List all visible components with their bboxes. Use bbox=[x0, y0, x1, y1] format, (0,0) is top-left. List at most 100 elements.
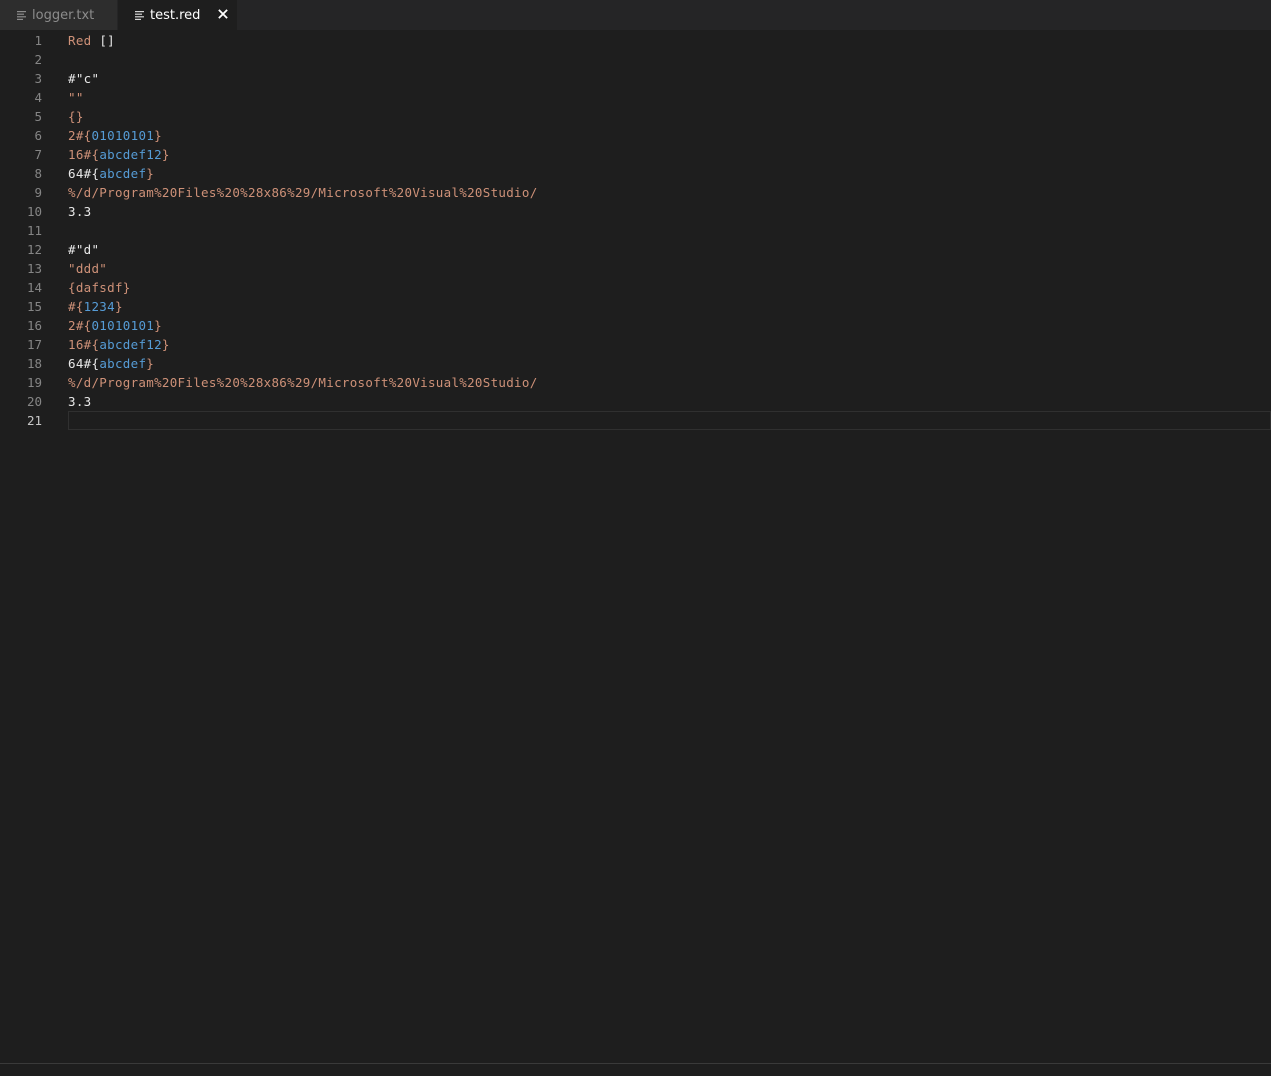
code-line[interactable]: 14 {dafsdf} bbox=[0, 278, 1271, 297]
code-text: {} bbox=[68, 107, 84, 126]
code-line[interactable]: 12 #"d" bbox=[0, 240, 1271, 259]
code-text: 64#{abcdef} bbox=[68, 164, 154, 183]
code-token: 64#{ bbox=[68, 166, 100, 181]
code-line[interactable]: 11 bbox=[0, 221, 1271, 240]
code-line[interactable]: 16 2#{01010101} bbox=[0, 316, 1271, 335]
line-number: 1 bbox=[34, 33, 42, 48]
line-number: 20 bbox=[26, 394, 42, 409]
code-line[interactable]: 10 3.3 bbox=[0, 202, 1271, 221]
line-number: 10 bbox=[26, 204, 42, 219]
tab-bar: logger.txt test.red bbox=[0, 0, 1271, 30]
code-line[interactable]: 5 {} bbox=[0, 107, 1271, 126]
code-text: 16#{abcdef12} bbox=[68, 335, 170, 354]
code-token: "" bbox=[68, 90, 84, 105]
code-token: } bbox=[161, 337, 170, 352]
code-token: } bbox=[114, 299, 123, 314]
code-line[interactable]: 21 bbox=[0, 411, 1271, 430]
code-text: 2#{01010101} bbox=[68, 316, 162, 335]
code-token: 3.3 bbox=[68, 204, 92, 219]
code-token: abcdef bbox=[99, 356, 147, 371]
code-token: 2#{ bbox=[68, 128, 92, 143]
code-line[interactable]: 17 16#{abcdef12} bbox=[0, 335, 1271, 354]
line-number: 19 bbox=[26, 375, 42, 390]
code-text: 3.3 bbox=[68, 202, 91, 221]
code-text: 2#{01010101} bbox=[68, 126, 162, 145]
code-line[interactable]: 3 #"c" bbox=[0, 69, 1271, 88]
code-text: %/d/Program%20Files%20%28x86%29/Microsof… bbox=[68, 373, 538, 392]
code-token: Red bbox=[68, 33, 92, 48]
code-line[interactable]: 2 bbox=[0, 50, 1271, 69]
line-number: 16 bbox=[26, 318, 42, 333]
line-number: 21 bbox=[26, 413, 42, 428]
tab-test-red[interactable]: test.red bbox=[118, 0, 237, 30]
code-text: 16#{abcdef12} bbox=[68, 145, 170, 164]
line-number: 6 bbox=[34, 128, 42, 143]
line-number: 13 bbox=[26, 261, 42, 276]
tab-logger-txt[interactable]: logger.txt bbox=[0, 0, 118, 30]
code-token: abcdef12 bbox=[99, 337, 162, 352]
file-lines-icon bbox=[17, 10, 27, 20]
code-token: } bbox=[154, 128, 162, 143]
code-token: {} bbox=[68, 109, 84, 124]
code-line[interactable]: 20 3.3 bbox=[0, 392, 1271, 411]
code-token: 16#{ bbox=[68, 337, 100, 352]
code-line[interactable]: 19 %/d/Program%20Files%20%28x86%29/Micros… bbox=[0, 373, 1271, 392]
code-token: #"d" bbox=[68, 242, 100, 257]
code-token: %/d/Program%20Files%20%28x86%29/Microsof… bbox=[68, 375, 538, 390]
code-token: 2#{ bbox=[68, 318, 92, 333]
line-number: 8 bbox=[34, 166, 42, 181]
code-token: 64#{ bbox=[68, 356, 100, 371]
code-line[interactable]: 4 "" bbox=[0, 88, 1271, 107]
code-text: "ddd" bbox=[68, 259, 107, 278]
code-text: {dafsdf} bbox=[68, 278, 131, 297]
line-number: 2 bbox=[34, 52, 42, 67]
code-token: 01010101 bbox=[91, 128, 155, 143]
code-token: 01010101 bbox=[91, 318, 155, 333]
code-token: } bbox=[161, 147, 170, 162]
code-editor[interactable]: 1 Red [] 2 3 #"c" 4 "" 5{} 6 2#{01010101} 7 16#{abc… bbox=[0, 30, 1271, 1063]
code-text: #{1234} bbox=[68, 297, 123, 316]
line-number: 5 bbox=[34, 109, 42, 124]
code-line[interactable]: 1 Red [] bbox=[0, 31, 1271, 50]
code-token: } bbox=[146, 166, 155, 181]
code-text: #"c" bbox=[68, 69, 99, 88]
code-token: } bbox=[146, 356, 155, 371]
code-text: %/d/Program%20Files%20%28x86%29/Microsof… bbox=[68, 183, 538, 202]
file-lines-icon bbox=[135, 10, 145, 20]
status-bar bbox=[0, 1063, 1271, 1076]
line-number: 17 bbox=[26, 337, 42, 352]
line-number: 7 bbox=[34, 147, 42, 162]
code-token: #"c" bbox=[68, 71, 100, 86]
code-token: } bbox=[154, 318, 162, 333]
code-text: 3.3 bbox=[68, 392, 91, 411]
code-token: abcdef12 bbox=[99, 147, 162, 162]
code-line[interactable]: 7 16#{abcdef12} bbox=[0, 145, 1271, 164]
code-line[interactable]: 13 "ddd" bbox=[0, 259, 1271, 278]
code-token: 3.3 bbox=[68, 394, 92, 409]
code-token: #{ bbox=[68, 299, 84, 314]
code-token: 1234 bbox=[83, 299, 115, 314]
current-line-highlight bbox=[68, 411, 1271, 430]
code-line[interactable]: 18 64#{abcdef} bbox=[0, 354, 1271, 373]
line-number: 12 bbox=[26, 242, 42, 257]
code-text: Red [] bbox=[68, 31, 115, 50]
editor-window: logger.txt test.red 1 Red [] 2 3 #"c" 4 "" 5 {} 6… bbox=[0, 0, 1271, 1076]
code-token: "ddd" bbox=[68, 261, 108, 276]
code-line[interactable]: 8 64#{abcdef} bbox=[0, 164, 1271, 183]
line-number: 3 bbox=[34, 71, 42, 86]
line-number: 18 bbox=[26, 356, 42, 371]
line-number: 15 bbox=[26, 299, 42, 314]
code-token: 16#{ bbox=[68, 147, 100, 162]
close-icon[interactable] bbox=[216, 7, 230, 21]
code-text: "" bbox=[68, 88, 84, 107]
code-line[interactable]: 9 %/d/Program%20Files%20%28x86%29/Microso… bbox=[0, 183, 1271, 202]
code-text: 64#{abcdef} bbox=[68, 354, 154, 373]
line-number: 14 bbox=[26, 280, 42, 295]
tab-label: logger.txt bbox=[32, 7, 95, 23]
code-token: %/d/Program%20Files%20%28x86%29/Microsof… bbox=[68, 185, 538, 200]
code-line[interactable]: 6 2#{01010101} bbox=[0, 126, 1271, 145]
code-text: #"d" bbox=[68, 240, 99, 259]
code-line[interactable]: 15 #{1234} bbox=[0, 297, 1271, 316]
line-number: 4 bbox=[34, 90, 42, 105]
code-token: {dafsdf} bbox=[68, 280, 131, 295]
